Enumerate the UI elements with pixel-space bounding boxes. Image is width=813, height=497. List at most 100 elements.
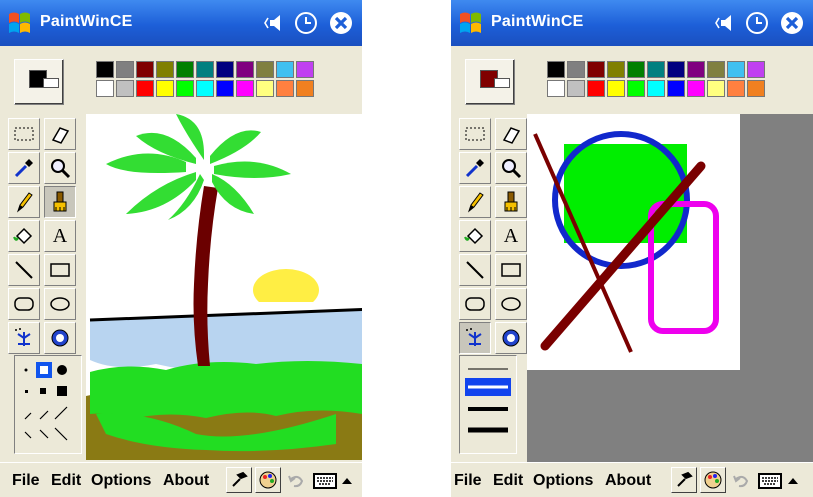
rectangle-tool[interactable] <box>44 254 76 286</box>
color-picker-tool[interactable] <box>459 152 491 184</box>
ellipse-tool[interactable] <box>495 288 527 320</box>
text-tool[interactable]: A <box>44 220 76 252</box>
menu-about[interactable]: About <box>605 472 651 490</box>
clock-icon[interactable] <box>293 10 319 36</box>
menu-about[interactable]: About <box>163 472 209 490</box>
menu-options[interactable]: Options <box>533 472 593 490</box>
color-swatch[interactable] <box>747 80 765 97</box>
color-swatch[interactable] <box>567 61 585 78</box>
color-swatch[interactable] <box>276 61 294 78</box>
color-swatch[interactable] <box>216 80 234 97</box>
select-tool[interactable] <box>459 118 491 150</box>
clock-icon[interactable] <box>744 10 770 36</box>
keyboard-icon[interactable] <box>758 471 782 491</box>
airbrush-tool[interactable] <box>459 322 491 354</box>
magnifier-tool[interactable] <box>495 152 527 184</box>
color-picker-tool[interactable] <box>8 152 40 184</box>
color-swatch[interactable] <box>667 80 685 97</box>
speaker-icon[interactable] <box>262 10 288 36</box>
input-panel-arrow-icon[interactable] <box>341 475 353 487</box>
color-swatch[interactable] <box>627 80 645 97</box>
color-swatch[interactable] <box>236 80 254 97</box>
line-tool[interactable] <box>8 254 40 286</box>
menu-file[interactable]: File <box>12 472 40 490</box>
menu-edit[interactable]: Edit <box>51 472 81 490</box>
color-swatch[interactable] <box>687 61 705 78</box>
current-color-box[interactable] <box>14 59 64 105</box>
color-swatch[interactable] <box>196 80 214 97</box>
pencil-tool[interactable] <box>459 186 491 218</box>
windows-start-icon[interactable] <box>457 9 485 37</box>
color-swatch[interactable] <box>196 61 214 78</box>
text-tool[interactable]: A <box>495 220 527 252</box>
color-swatch[interactable] <box>216 61 234 78</box>
ellipse-tool[interactable] <box>44 288 76 320</box>
color-swatch[interactable] <box>547 80 565 97</box>
color-swatch[interactable] <box>96 80 114 97</box>
rectangle-tool[interactable] <box>495 254 527 286</box>
color-swatch[interactable] <box>156 61 174 78</box>
speaker-icon[interactable] <box>713 10 739 36</box>
menu-options[interactable]: Options <box>91 472 151 490</box>
color-swatch[interactable] <box>276 80 294 97</box>
color-swatch[interactable] <box>296 61 314 78</box>
magnifier-tool[interactable] <box>44 152 76 184</box>
close-icon[interactable] <box>779 10 805 36</box>
drawing-canvas[interactable] <box>86 114 362 460</box>
color-swatch[interactable] <box>136 80 154 97</box>
color-swatch[interactable] <box>116 80 134 97</box>
color-swatch[interactable] <box>136 61 154 78</box>
palm-tree-drawing[interactable] <box>86 114 362 460</box>
menu-file[interactable]: File <box>454 472 482 490</box>
current-color-box[interactable] <box>465 59 515 105</box>
color-swatch[interactable] <box>587 61 605 78</box>
color-swatch[interactable] <box>587 80 605 97</box>
tools-button[interactable] <box>671 467 697 493</box>
palette-button[interactable] <box>255 467 281 493</box>
fill-tool[interactable] <box>459 220 491 252</box>
color-swatch[interactable] <box>627 61 645 78</box>
pencil-tool[interactable] <box>8 186 40 218</box>
color-swatch[interactable] <box>96 61 114 78</box>
color-swatch[interactable] <box>647 61 665 78</box>
color-swatch[interactable] <box>296 80 314 97</box>
color-swatch[interactable] <box>547 61 565 78</box>
color-swatch[interactable] <box>567 80 585 97</box>
eraser-tool[interactable] <box>44 118 76 150</box>
keyboard-icon[interactable] <box>313 471 337 491</box>
windows-start-icon[interactable] <box>6 9 34 37</box>
color-swatch[interactable] <box>607 61 625 78</box>
color-swatch[interactable] <box>647 80 665 97</box>
select-tool[interactable] <box>8 118 40 150</box>
shapes-drawing[interactable] <box>527 114 813 462</box>
brush-shape-options[interactable] <box>15 356 81 453</box>
line-width-choices[interactable] <box>460 356 516 453</box>
palette-button[interactable] <box>700 467 726 493</box>
menu-edit[interactable]: Edit <box>493 472 523 490</box>
line-tool[interactable] <box>459 254 491 286</box>
input-panel-arrow-icon[interactable] <box>787 475 799 487</box>
color-swatch[interactable] <box>707 61 725 78</box>
color-swatch[interactable] <box>236 61 254 78</box>
tools-button[interactable] <box>226 467 252 493</box>
undo-icon[interactable] <box>286 471 306 491</box>
color-swatch[interactable] <box>256 61 274 78</box>
close-icon[interactable] <box>328 10 354 36</box>
eraser-tool[interactable] <box>495 118 527 150</box>
color-swatch[interactable] <box>156 80 174 97</box>
stamp-tool[interactable] <box>495 322 527 354</box>
color-swatch[interactable] <box>727 61 745 78</box>
brush-tool[interactable] <box>495 186 527 218</box>
rounded-rectangle-tool[interactable] <box>459 288 491 320</box>
airbrush-tool[interactable] <box>8 322 40 354</box>
color-swatch[interactable] <box>707 80 725 97</box>
stamp-tool[interactable] <box>44 322 76 354</box>
color-swatch[interactable] <box>607 80 625 97</box>
undo-icon[interactable] <box>731 471 751 491</box>
color-swatch[interactable] <box>176 80 194 97</box>
color-swatch[interactable] <box>727 80 745 97</box>
fill-tool[interactable] <box>8 220 40 252</box>
brush-tool[interactable] <box>44 186 76 218</box>
rounded-rectangle-tool[interactable] <box>8 288 40 320</box>
color-swatch[interactable] <box>256 80 274 97</box>
